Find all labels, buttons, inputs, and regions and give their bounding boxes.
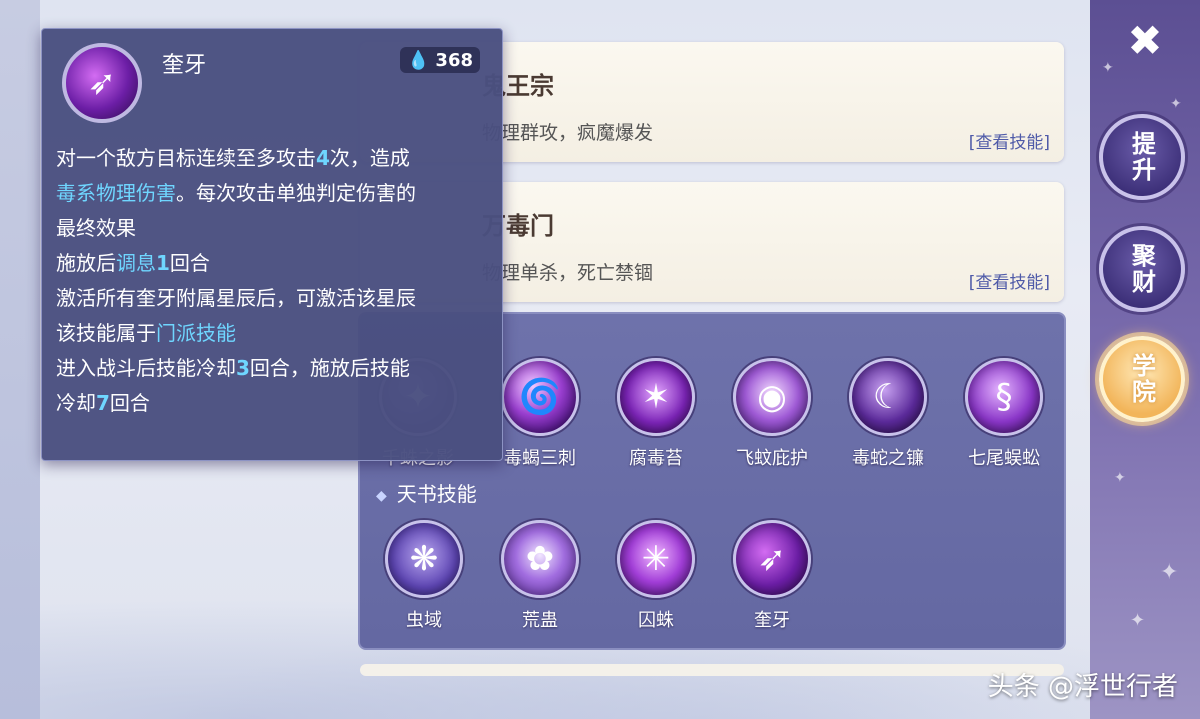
- poison-moss-icon: ✶: [617, 358, 695, 436]
- desc-line: 该技能属于门派技能: [56, 321, 236, 345]
- desc-line: 进入战斗后技能冷却3回合，施放后技能: [56, 356, 410, 380]
- skill-item[interactable]: § 七尾蜈蚣: [954, 358, 1054, 470]
- skill-name: 囚蛛: [638, 610, 674, 631]
- star-decor-icon: ✦: [1114, 470, 1126, 486]
- scorpion-sting-icon: 🌀: [501, 358, 579, 436]
- side-button-wealth[interactable]: 聚财: [1099, 226, 1185, 312]
- right-side-bar: ✦ ✦ ✦ ✦ ✦ ✖ 提升 聚财 学院: [1090, 0, 1200, 719]
- skill-name: 虫域: [406, 610, 442, 631]
- gu-swirl-icon: ✿: [501, 520, 579, 598]
- skill-item[interactable]: ❋ 虫域: [374, 520, 474, 632]
- desc-line: 毒系物理伤害。每次攻击单独判定伤害的: [56, 181, 416, 205]
- star-decor-icon: ✦: [1130, 610, 1146, 631]
- centipede-icon: §: [965, 358, 1043, 436]
- skill-item[interactable]: ✿ 荒蛊: [490, 520, 590, 632]
- scroll-bar[interactable]: [360, 664, 1064, 676]
- skill-name: 荒蛊: [522, 610, 558, 631]
- desc-line: 施放后调息1回合: [56, 251, 210, 275]
- skill-name: 腐毒苔: [629, 448, 683, 469]
- desc-line: 最终效果: [56, 216, 136, 240]
- view-skills-link[interactable]: [查看技能]: [969, 268, 1050, 293]
- wasp-icon: ❋: [385, 520, 463, 598]
- viper-scythe-icon: ☾: [849, 358, 927, 436]
- skill-item[interactable]: ☾ 毒蛇之镰: [838, 358, 938, 470]
- skill-name: 七尾蜈蚣: [968, 448, 1040, 469]
- left-decor-strip: [0, 0, 40, 719]
- desc-line: 冷却7回合: [56, 391, 150, 415]
- skill-cost-value: 368: [435, 49, 473, 71]
- skill-item[interactable]: ✶ 腐毒苔: [606, 358, 706, 470]
- water-drop-icon: 💧: [407, 49, 430, 71]
- skill-tooltip: ➶ 奎牙 💧 368 对一个敌方目标连续至多攻击4次，造成 毒系物理伤害。每次攻…: [41, 28, 503, 461]
- section-label-text: 天书技能: [396, 482, 477, 506]
- view-skills-link[interactable]: [查看技能]: [969, 128, 1050, 153]
- tooltip-title: 奎牙: [162, 53, 207, 78]
- desc-line: 对一个敌方目标连续至多攻击4次，造成: [56, 146, 410, 170]
- side-button-academy[interactable]: 学院: [1099, 336, 1185, 422]
- skill-item[interactable]: ✳ 囚蛛: [606, 520, 706, 632]
- diamond-icon: ◆: [376, 487, 387, 504]
- skill-name: 飞蚊庇护: [736, 448, 808, 469]
- card-desc: 物理群攻，疯魔爆发: [482, 122, 654, 144]
- skill-name: 奎牙: [754, 610, 790, 631]
- section-label-tianshu: ◆ 天书技能: [376, 478, 477, 507]
- spider-icon: ✳: [617, 520, 695, 598]
- desc-line: 激活所有奎牙附属星辰后，可激活该星辰: [56, 286, 416, 310]
- card-desc: 物理单杀，死亡禁锢: [482, 262, 654, 284]
- star-decor-icon: ✦: [1170, 96, 1182, 112]
- skill-name: 毒蝎三刺: [504, 448, 576, 469]
- close-icon[interactable]: ✖: [1120, 16, 1170, 66]
- star-decor-icon: ✦: [1102, 60, 1114, 76]
- skill-item[interactable]: 🌀 毒蝎三刺: [490, 358, 590, 470]
- skill-cost-badge: 💧 368: [400, 47, 480, 73]
- skill-item[interactable]: ➶ 奎牙: [722, 520, 822, 632]
- skill-name: 毒蛇之镰: [852, 448, 924, 469]
- skill-item[interactable]: ◉ 飞蚊庇护: [722, 358, 822, 470]
- side-button-upgrade[interactable]: 提升: [1099, 114, 1185, 200]
- fang-icon: ➶: [62, 43, 142, 123]
- tooltip-description: 对一个敌方目标连续至多攻击4次，造成 毒系物理伤害。每次攻击单独判定伤害的 最终…: [56, 141, 496, 421]
- fang-icon: ➶: [733, 520, 811, 598]
- mosquito-shield-icon: ◉: [733, 358, 811, 436]
- watermark: 头条 @浮世行者: [987, 672, 1178, 702]
- star-decor-icon: ✦: [1160, 560, 1179, 585]
